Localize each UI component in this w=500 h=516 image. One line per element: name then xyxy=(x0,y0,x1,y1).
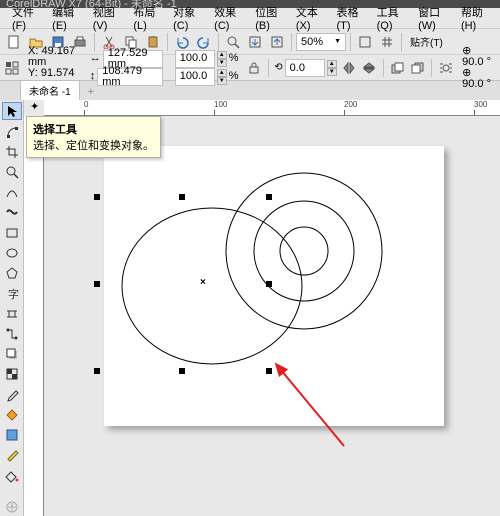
pick-tool-icon[interactable] xyxy=(2,102,22,120)
menu-bitmap[interactable]: 位图(B) xyxy=(249,2,288,34)
sel-handle-br[interactable] xyxy=(266,368,272,374)
import-icon[interactable] xyxy=(245,32,265,52)
search-icon[interactable] xyxy=(223,32,243,52)
add-tab-icon[interactable]: + xyxy=(82,84,100,100)
sel-handle-tl[interactable] xyxy=(94,194,100,200)
grid-origin-icon[interactable] xyxy=(4,58,20,78)
fill-tool-icon[interactable] xyxy=(2,466,22,484)
shape-tool-icon[interactable] xyxy=(2,122,22,140)
eyedropper-icon[interactable] xyxy=(2,385,22,403)
crop-tool-icon[interactable] xyxy=(2,143,22,161)
ellipse-shape xyxy=(122,208,302,364)
menu-layout[interactable]: 布局(L) xyxy=(127,2,165,34)
toolbox: 字 xyxy=(0,100,24,516)
ruler-horizontal: 0 100 200 300 xyxy=(44,100,500,116)
ruler-vertical xyxy=(24,116,44,516)
sel-handle-tr[interactable] xyxy=(266,194,272,200)
canvas-area[interactable]: 0 100 200 300 ✦ 选择工具 选择、定位和变换对象。 xyxy=(24,100,500,516)
to-front-icon[interactable] xyxy=(389,58,405,78)
cursor-indicator: ✦ xyxy=(30,100,39,113)
property-bar: X: 49.167 mm Y: 91.574 mm ↔ 127.529 mm ↕… xyxy=(0,54,500,80)
export-icon[interactable] xyxy=(267,32,287,52)
outline-pen-icon[interactable] xyxy=(2,446,22,464)
menu-effects[interactable]: 效果(C) xyxy=(208,2,247,34)
new-icon[interactable] xyxy=(4,32,24,52)
height-input[interactable]: 108.479 mm xyxy=(97,68,163,86)
parallel-dim-icon[interactable] xyxy=(2,305,22,323)
grid-icon[interactable] xyxy=(377,32,397,52)
rotation-input[interactable]: ⟲0.0▲▼ xyxy=(274,59,336,77)
corner-readout: ⊕ 90.0 ° ⊕ 90.0 ° xyxy=(458,46,496,90)
menu-tools[interactable]: 工具(Q) xyxy=(371,2,411,34)
mirror-v-icon[interactable] xyxy=(361,58,377,78)
drawing-svg xyxy=(104,146,444,426)
doc-tab[interactable]: 未命名 -1 xyxy=(20,80,80,100)
tooltip: 选择工具 选择、定位和变换对象。 xyxy=(26,116,161,158)
interactive-fill-icon[interactable] xyxy=(2,406,22,424)
menu-table[interactable]: 表格(T) xyxy=(330,2,368,34)
zoom-tool-icon[interactable] xyxy=(2,163,22,181)
rectangle-tool-icon[interactable] xyxy=(2,224,22,242)
transparency-icon[interactable] xyxy=(2,365,22,383)
svg-text:字: 字 xyxy=(8,287,19,300)
outer-circle xyxy=(226,173,382,329)
scale-readout: 100.0▲▼ % 100.0▲▼ % xyxy=(171,50,243,86)
page[interactable] xyxy=(104,146,444,426)
sel-handle-bm[interactable] xyxy=(179,368,185,374)
undo-icon[interactable] xyxy=(172,32,192,52)
menu-text[interactable]: 文本(X) xyxy=(290,2,329,34)
fullscreen-icon[interactable] xyxy=(355,32,375,52)
wrap-icon[interactable] xyxy=(438,58,454,78)
snap-label[interactable]: 贴齐(T) xyxy=(406,34,447,49)
sel-center[interactable]: × xyxy=(200,277,206,288)
ellipse-tool-icon[interactable] xyxy=(2,244,22,262)
scale-x-input[interactable]: 100.0 xyxy=(175,50,215,68)
menu-window[interactable]: 窗口(W) xyxy=(412,2,453,34)
lock-ratio-icon[interactable] xyxy=(247,58,262,78)
mirror-h-icon[interactable] xyxy=(341,58,357,78)
size-readout: ↔ 127.529 mm ↕ 108.479 mm xyxy=(86,50,167,86)
text-tool-icon[interactable]: 字 xyxy=(2,284,22,302)
sel-handle-tm[interactable] xyxy=(179,194,185,200)
redo-icon[interactable] xyxy=(194,32,214,52)
menu-help[interactable]: 帮助(H) xyxy=(455,2,494,34)
smart-fill-icon[interactable] xyxy=(2,426,22,444)
zoom-select[interactable]: 50%▼ xyxy=(296,33,346,51)
connector-tool-icon[interactable] xyxy=(2,325,22,343)
sel-handle-ml[interactable] xyxy=(94,281,100,287)
inner-circle xyxy=(280,227,328,275)
menu-edit[interactable]: 编辑(E) xyxy=(46,2,85,34)
scale-y-input[interactable]: 100.0 xyxy=(175,68,215,86)
menu-bar: 文件(F) 编辑(E) 视图(V) 布局(L) 对象(C) 效果(C) 位图(B… xyxy=(0,8,500,28)
pan-tool-icon[interactable] xyxy=(2,498,22,516)
document-tabs: 未命名 -1 + xyxy=(0,80,500,100)
freehand-tool-icon[interactable] xyxy=(2,183,22,201)
sel-handle-bl[interactable] xyxy=(94,368,100,374)
polygon-tool-icon[interactable] xyxy=(2,264,22,282)
sel-handle-mr[interactable] xyxy=(266,281,272,287)
menu-view[interactable]: 视图(V) xyxy=(87,2,126,34)
drop-shadow-icon[interactable] xyxy=(2,345,22,363)
menu-file[interactable]: 文件(F) xyxy=(6,2,44,34)
artistic-media-icon[interactable] xyxy=(2,203,22,221)
to-back-icon[interactable] xyxy=(409,58,425,78)
menu-object[interactable]: 对象(C) xyxy=(167,2,206,34)
